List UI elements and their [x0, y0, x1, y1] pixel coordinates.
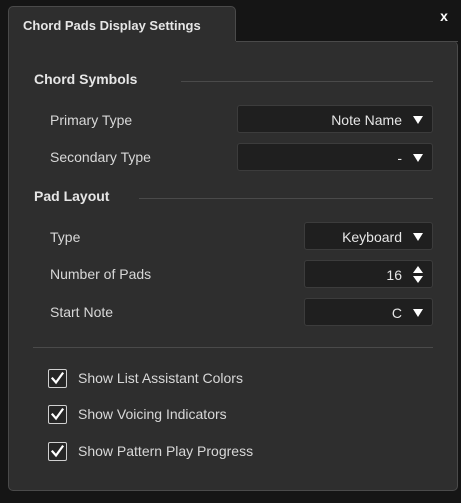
checkbox[interactable] — [48, 442, 67, 461]
secondary-type-dropdown[interactable]: - — [237, 143, 433, 171]
start-note-label: Start Note — [50, 304, 114, 320]
secondary-type-label: Secondary Type — [50, 149, 151, 165]
dialog-tab[interactable]: Chord Pads Display Settings — [8, 6, 236, 42]
chevron-down-icon — [413, 116, 423, 124]
start-note-dropdown[interactable]: C — [304, 298, 433, 326]
chevron-down-icon — [413, 233, 423, 241]
spin-up-icon[interactable] — [413, 266, 423, 273]
close-icon: x — [440, 8, 448, 24]
pad-type-value: Keyboard — [342, 229, 402, 245]
primary-type-value: Note Name — [331, 112, 402, 128]
option-label: Show Voicing Indicators — [78, 406, 227, 422]
number-of-pads-label: Number of Pads — [50, 266, 152, 282]
options-divider — [33, 347, 433, 348]
pad-type-dropdown[interactable]: Keyboard — [304, 222, 433, 250]
checkbox[interactable] — [48, 405, 67, 424]
chevron-down-icon — [413, 154, 423, 162]
checkmark-icon — [50, 444, 65, 458]
spin-down-icon[interactable] — [413, 276, 423, 283]
secondary-type-value: - — [397, 150, 402, 166]
pad-type-label: Type — [50, 229, 81, 245]
pad-layout-heading: Pad Layout — [34, 188, 110, 204]
option-label: Show Pattern Play Progress — [78, 443, 254, 459]
start-note-value: C — [391, 305, 402, 321]
stepper-arrows-icon[interactable] — [412, 266, 424, 284]
number-of-pads-value: 16 — [386, 267, 402, 283]
checkmark-icon — [50, 407, 65, 421]
checkmark-icon — [50, 371, 65, 385]
chord-symbols-divider — [181, 81, 433, 82]
close-button[interactable]: x — [436, 8, 452, 24]
chord-symbols-heading: Chord Symbols — [34, 71, 138, 87]
chevron-down-icon — [413, 309, 423, 317]
checkbox[interactable] — [48, 369, 67, 388]
primary-type-dropdown[interactable]: Note Name — [237, 105, 433, 133]
pad-layout-divider — [139, 198, 433, 199]
number-of-pads-stepper[interactable]: 16 — [304, 260, 433, 288]
dialog-title: Chord Pads Display Settings — [23, 18, 201, 33]
primary-type-label: Primary Type — [50, 112, 133, 128]
option-label: Show List Assistant Colors — [78, 370, 243, 386]
